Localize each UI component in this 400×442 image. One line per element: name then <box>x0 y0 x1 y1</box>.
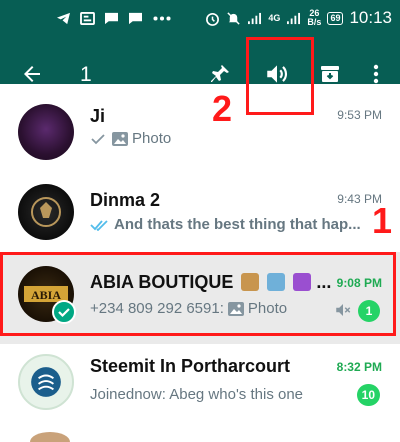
notification-icons <box>56 12 172 25</box>
preview-text: Photo <box>132 130 172 147</box>
chat-preview: Photo <box>90 130 350 147</box>
signal-icon-2 <box>287 12 301 24</box>
chat-row[interactable]: Steemit In Portharcourt 8:32 PM Joinedno… <box>0 344 400 436</box>
single-check-icon <box>91 133 105 144</box>
more-options-icon[interactable] <box>364 62 388 86</box>
status-time: 10:13 <box>349 8 392 27</box>
annotation-label-2: 2 <box>212 88 233 129</box>
message-icon-2 <box>129 12 142 25</box>
chat-row[interactable]: Ji 9:53 PM Photo <box>0 84 400 168</box>
annotation-box-chat <box>0 252 396 336</box>
message-icon <box>105 12 118 25</box>
photo-icon <box>112 131 128 146</box>
more-notifications-icon <box>153 16 171 21</box>
double-check-icon <box>90 219 108 231</box>
net-speed: 26 B/s <box>307 8 322 27</box>
network-type: 4G <box>268 13 281 23</box>
avatar-logo <box>31 367 61 397</box>
battery-indicator: 69 <box>327 11 344 25</box>
chat-name: Steemit In Portharcourt <box>90 356 291 376</box>
annotation-label-1: 1 <box>372 200 393 241</box>
avatar <box>18 354 74 410</box>
system-icons: 4G 26 B/s 69 10:13 <box>205 8 392 28</box>
chat-preview: And thats the best thing that hap... <box>90 216 366 233</box>
pin-icon[interactable] <box>208 62 232 86</box>
annotation-box-unmute <box>246 37 314 115</box>
avatar <box>18 104 74 160</box>
unread-badge: 10 <box>356 384 380 406</box>
avatar <box>18 184 74 240</box>
preview-text: Joinednow: Abeg who's this one <box>90 386 304 403</box>
archive-icon[interactable] <box>318 62 342 86</box>
preview-text: And thats the best thing that hap... <box>114 216 361 233</box>
avatar-emblem <box>31 197 61 227</box>
signal-icon <box>248 12 262 24</box>
chat-time: 9:53 PM <box>337 108 382 122</box>
news-icon <box>80 12 95 25</box>
chat-name: Ji <box>90 106 106 126</box>
telegram-icon <box>57 12 70 25</box>
chat-time: 8:32 PM <box>336 360 382 374</box>
mute-notifications-icon <box>227 11 241 25</box>
alarm-icon <box>206 12 220 26</box>
chat-row[interactable]: Dinma 2 9:43 PM And thats the best thing… <box>0 168 400 252</box>
back-arrow-icon[interactable] <box>20 62 44 86</box>
status-bar: 4G 26 B/s 69 10:13 <box>0 0 400 44</box>
chat-name: Dinma 2 <box>90 190 161 210</box>
chat-preview: Joinednow: Abeg who's this one <box>90 386 350 403</box>
